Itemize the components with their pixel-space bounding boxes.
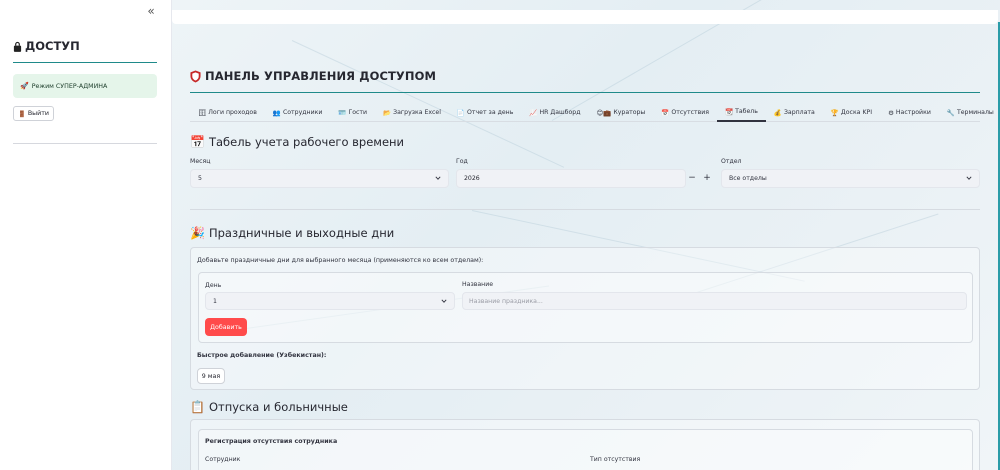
timesheet-section-title: 📅 Табель учета рабочего времени <box>190 135 404 149</box>
lock-icon <box>13 41 22 52</box>
logout-button[interactable]: 🚪 Выйти <box>13 106 54 121</box>
absences-title-text: Отпуска и больничные <box>208 400 348 414</box>
tab-label: Терминалы <box>956 109 994 116</box>
year-increment-button[interactable]: + <box>700 171 714 185</box>
absences-section-title: 📋 Отпуска и больничные <box>190 400 348 414</box>
department-value: Все отделы <box>729 175 767 182</box>
document-icon: 📄 <box>456 108 466 117</box>
tab-logs[interactable]: 🗄 Логи проходов <box>190 103 265 122</box>
clipboard-icon: 📋 <box>190 400 205 414</box>
tab-bar: 🗄 Логи проходов 👥 Сотрудники 🪪 Гости 📂 Загру… <box>190 103 994 122</box>
tab-label: Загрузка Excel <box>393 109 441 116</box>
holidays-hint: Добавьте праздничные дни для выбранного … <box>197 257 484 264</box>
tab-curators[interactable]: 😊💼 Кураторы <box>588 103 653 122</box>
sidebar-title-text: ДОСТУП <box>25 39 80 53</box>
tab-salary[interactable]: 💰 Зарплата <box>766 103 823 122</box>
tab-employees[interactable]: 👥 Сотрудники <box>265 103 331 122</box>
tab-label: Отчет за день <box>467 109 514 116</box>
main-content: ПАНЕЛЬ УПРАВЛЕНИЯ ДОСТУПОМ 🗄 Логи проходо… <box>172 0 1000 470</box>
tab-excel-upload[interactable]: 📂 Загрузка Excel <box>375 103 449 122</box>
tab-label: Настройки <box>895 109 931 116</box>
tab-label: Зарплата <box>783 109 815 116</box>
add-holiday-button[interactable]: Добавить <box>205 318 247 336</box>
tab-daily-report[interactable]: 📄 Отчет за день <box>449 103 521 122</box>
tab-label: Отсутствия <box>671 109 709 116</box>
people-icon: 👥 <box>272 108 281 117</box>
month-select[interactable]: 5 <box>190 169 449 188</box>
money-bag-icon: 💰 <box>773 108 782 117</box>
tab-timesheet[interactable]: 📆 Табель <box>716 103 766 122</box>
page-title: ПАНЕЛЬ УПРАВЛЕНИЯ ДОСТУПОМ <box>190 69 436 83</box>
id-card-icon: 🪪 <box>338 108 347 117</box>
top-header-bar <box>172 10 998 24</box>
year-label: Год <box>456 158 468 165</box>
page-title-text: ПАНЕЛЬ УПРАВЛЕНИЯ ДОСТУПОМ <box>205 69 437 83</box>
holiday-name-label: Название <box>462 281 494 288</box>
tab-guests[interactable]: 🪪 Гости <box>330 103 375 122</box>
day-select[interactable]: 1 <box>205 292 455 310</box>
tab-terminals[interactable]: 🔧 Терминалы <box>939 103 1000 122</box>
section-divider <box>190 209 980 210</box>
chevron-down-icon <box>441 299 447 303</box>
sidebar-bottom-divider <box>13 143 157 144</box>
department-label: Отдел <box>721 158 742 165</box>
title-divider <box>190 92 980 93</box>
chevron-down-icon <box>966 176 972 180</box>
tab-label: HR Дашборд <box>539 109 581 116</box>
tab-label: Табель <box>735 108 758 115</box>
door-icon: 🚪 <box>18 110 26 118</box>
tab-settings[interactable]: ⚙ Настройки <box>880 103 939 122</box>
party-popper-icon: 🎉 <box>190 226 205 240</box>
quick-add-label: Быстрое добавление (Узбекистан): <box>197 352 327 359</box>
employee-label: Сотрудник <box>205 456 241 463</box>
tab-hr-dashboard[interactable]: 📈 HR Дашборд <box>521 103 588 122</box>
year-input[interactable]: 2026 <box>456 169 686 188</box>
absence-form: Регистрация отсутствия сотрудника Сотруд… <box>198 429 973 470</box>
rocket-icon: 🚀 <box>20 82 29 90</box>
month-value: 5 <box>198 175 202 182</box>
calendar-icon: 📅 <box>190 135 205 149</box>
absences-container: Регистрация отсутствия сотрудника Сотруд… <box>190 419 980 470</box>
month-label: Месяц <box>190 158 211 165</box>
holiday-form: День 1 Название Название праздника... До… <box>198 272 973 343</box>
day-label: День <box>205 282 222 289</box>
holidays-container: Добавьте праздничные дни для выбранного … <box>190 247 980 390</box>
holiday-name-input[interactable]: Название праздника... <box>462 292 967 310</box>
tab-kpi-board[interactable]: 🏆 Доска KPI <box>823 103 880 122</box>
collapse-sidebar-button[interactable]: « <box>144 4 158 18</box>
absence-type-label: Тип отсутствия <box>590 456 641 463</box>
wrench-icon: 🔧 <box>946 108 955 117</box>
year-decrement-button[interactable]: − <box>685 171 699 185</box>
cabinet-icon: 🗄 <box>198 108 207 117</box>
day-value: 1 <box>213 297 217 305</box>
sidebar-title: ДОСТУП <box>13 39 80 53</box>
tab-label: Доска KPI <box>840 109 873 116</box>
sidebar: « ДОСТУП 🚀 Режим СУПЕР-АДМИНА 🚪 Выйти <box>0 0 172 470</box>
trophy-icon: 🏆 <box>830 108 839 117</box>
sidebar-divider <box>13 62 157 63</box>
holidays-title-text: Праздничные и выходные дни <box>208 226 395 240</box>
quick-add-may9-button[interactable]: 9 мая <box>197 368 225 384</box>
shield-icon <box>190 70 201 82</box>
chevron-down-icon <box>435 176 441 180</box>
calendar-icon: 📆 <box>724 107 734 116</box>
absence-form-title: Регистрация отсутствия сотрудника <box>205 438 338 445</box>
super-admin-mode-label: Режим СУПЕР-АДМИНА <box>31 82 108 90</box>
tab-label: Сотрудники <box>282 109 323 116</box>
chart-icon: 📈 <box>529 108 538 117</box>
timesheet-title-text: Табель учета рабочего времени <box>208 135 405 149</box>
gear-icon: ⚙ <box>888 108 894 117</box>
tab-label: Гости <box>348 109 368 116</box>
super-admin-mode-badge: 🚀 Режим СУПЕР-АДМИНА <box>13 74 157 98</box>
calendar-icon: 📅 <box>661 108 670 117</box>
face-briefcase-icon: 😊💼 <box>596 108 612 117</box>
logout-label: Выйти <box>27 110 49 117</box>
tab-absences[interactable]: 📅 Отсутствия <box>653 103 717 122</box>
tab-label: Кураторы <box>613 109 646 116</box>
department-select[interactable]: Все отделы <box>721 169 980 188</box>
folder-icon: 📂 <box>383 108 392 117</box>
tab-label: Логи проходов <box>208 109 257 116</box>
holidays-section-title: 🎉 Праздничные и выходные дни <box>190 226 394 240</box>
year-value: 2026 <box>464 175 480 182</box>
